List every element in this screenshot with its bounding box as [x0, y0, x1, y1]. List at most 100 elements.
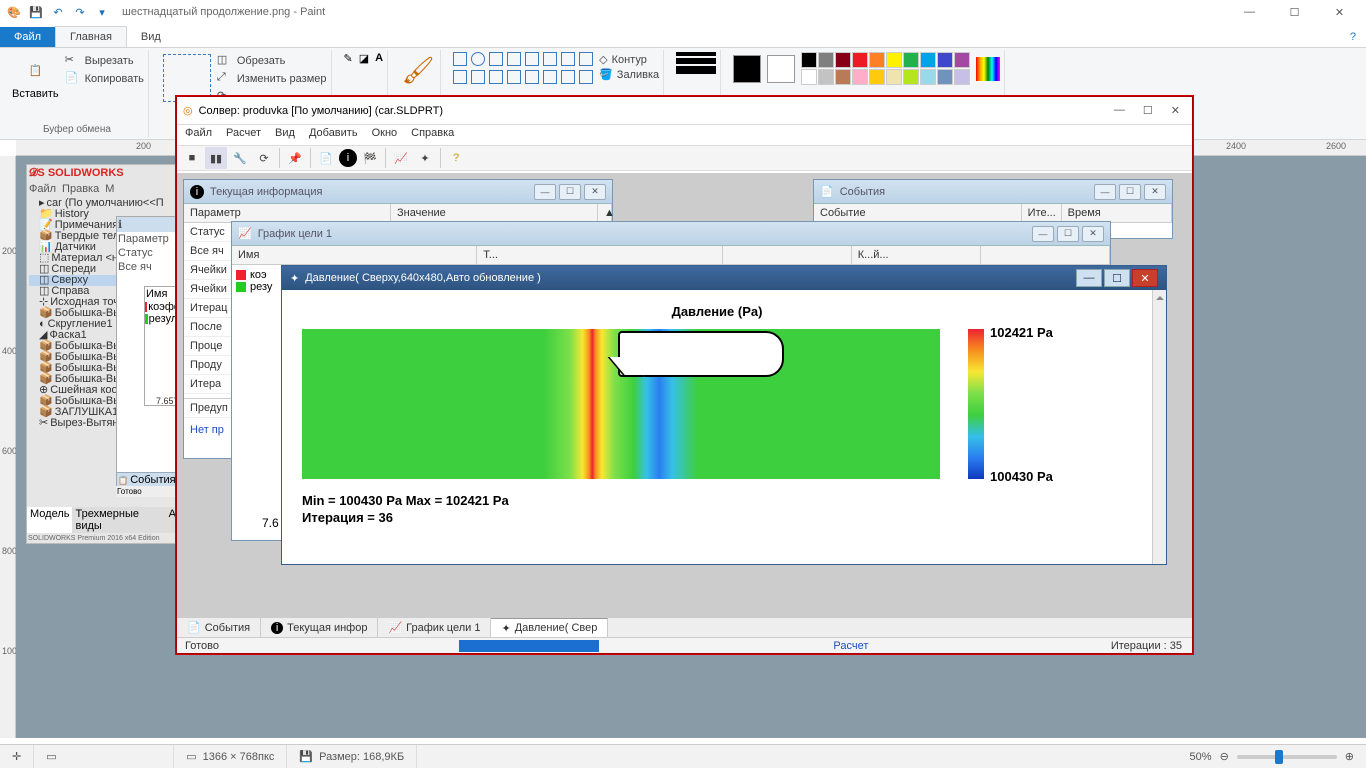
redo-icon[interactable]: ↷	[70, 2, 90, 22]
solver-bottom-tabs: 📄События iТекущая инфор 📈График цели 1 ✦…	[177, 617, 1192, 637]
group-clipboard-label: Буфер обмена	[43, 122, 111, 135]
palette-icon[interactable]: ✦	[414, 147, 436, 169]
pressure-min-button[interactable]: —	[1076, 269, 1102, 287]
btab-events[interactable]: 📄События	[177, 618, 261, 637]
menu-calc[interactable]: Расчет	[226, 127, 261, 143]
selection-cell: ▭	[34, 745, 174, 768]
fill-button[interactable]: 🪣Заливка	[599, 67, 659, 82]
paste-button[interactable]: 📋 Вставить	[10, 52, 61, 102]
log-icon: 📄	[820, 185, 834, 198]
dims-icon: ▭	[186, 750, 196, 763]
btab-goals[interactable]: 📈График цели 1	[378, 618, 491, 637]
copy-button[interactable]: 📄Копировать	[65, 70, 144, 88]
solver-minimize-button[interactable]: —	[1114, 104, 1125, 117]
pressure-close-button[interactable]: ✕	[1132, 269, 1158, 287]
pressure-body: Давление (Pa) 102421 Pa 100430 Pa Min = …	[282, 290, 1152, 564]
solver-status-bar: Готово Расчет Итерации : 35	[177, 637, 1192, 653]
tab-view[interactable]: Вид	[127, 27, 175, 47]
menu-add[interactable]: Добавить	[309, 127, 358, 143]
zoom-level: 50%	[1190, 751, 1212, 763]
ruler-vertical: 200 400 600 800 1000	[0, 156, 16, 738]
chart-icon[interactable]: 📈	[390, 147, 412, 169]
panel-max-icon[interactable]: ☐	[559, 184, 581, 200]
menu-window[interactable]: Окно	[372, 127, 398, 143]
colorbar-min-label: 100430 Pa	[990, 469, 1053, 484]
clipboard-icon: 📋	[19, 54, 51, 86]
info-icon[interactable]: i	[339, 149, 357, 167]
minimize-button[interactable]: —	[1227, 0, 1272, 24]
panel-min-icon[interactable]: —	[534, 184, 556, 200]
solver-title-text: Солвер: produvka [По умолчанию] (car.SLD…	[199, 105, 443, 117]
btab-pressure[interactable]: ✦Давление( Свер	[491, 618, 608, 637]
resize-button[interactable]: ⤢Изменить размер	[217, 70, 327, 88]
outline-button[interactable]: ◇Контур	[599, 52, 659, 67]
pressure-max-button[interactable]: ☐	[1104, 269, 1130, 287]
text-tool-icon[interactable]: A	[375, 52, 383, 64]
panel-goals-title: График цели 1	[258, 228, 332, 240]
brush-icon: 🖌	[402, 54, 434, 86]
help-tb-icon[interactable]: ?	[445, 147, 467, 169]
paint-app-icon: 🎨	[4, 2, 24, 22]
menu-help[interactable]: Справка	[411, 127, 454, 143]
refresh-icon[interactable]: ⟳	[253, 147, 275, 169]
disk-icon: 💾	[299, 750, 313, 763]
edit-colors-icon[interactable]	[976, 57, 1000, 81]
qat-dropdown-icon[interactable]: ▾	[92, 2, 112, 22]
pressure-scrollbar[interactable]	[1152, 290, 1166, 564]
pin-icon[interactable]: 📌	[284, 147, 306, 169]
pressure-icon: ✦	[290, 272, 299, 285]
zoom-slider[interactable]	[1237, 755, 1337, 759]
btab-info[interactable]: iТекущая инфор	[261, 618, 378, 637]
size-cell: 💾Размер: 168,9КБ	[287, 745, 417, 768]
crop-button[interactable]: ◫Обрезать	[217, 52, 327, 70]
goals-yval: 7.6	[262, 516, 279, 530]
cut-button[interactable]: ✂Вырезать	[65, 52, 144, 70]
solver-app-icon: ◎	[183, 104, 193, 117]
stop-icon[interactable]: ■	[181, 147, 203, 169]
pressure-title-bar[interactable]: ✦ Давление( Сверху,640x480,Авто обновлен…	[282, 266, 1166, 290]
pressure-icon: ✦	[501, 622, 510, 635]
menu-file[interactable]: Файл	[185, 127, 212, 143]
panel-pressure: ✦ Давление( Сверху,640x480,Авто обновлен…	[281, 265, 1167, 565]
bg-ready-label: Готово	[116, 486, 182, 497]
paint-title-bar: 🎨 💾 ↶ ↷ ▾ шестнадцатый продолжение.png -…	[0, 0, 1366, 24]
solver-window: ◎ Солвер: produvka [По умолчанию] (car.S…	[176, 96, 1193, 654]
pressure-plot-title: Давление (Pa)	[302, 300, 1132, 323]
solver-maximize-button[interactable]: ☐	[1143, 104, 1153, 117]
pencil-tool-icon[interactable]: ✎	[344, 52, 353, 65]
color-palette[interactable]	[801, 52, 970, 85]
undo-icon[interactable]: ↶	[48, 2, 68, 22]
color1-swatch[interactable]	[733, 55, 761, 83]
flag-icon[interactable]: 🏁	[359, 147, 381, 169]
wrench-icon[interactable]: 🔧	[229, 147, 251, 169]
paint-window-title: шестнадцатый продолжение.png - Paint	[122, 6, 325, 18]
maximize-button[interactable]: ☐	[1272, 0, 1317, 24]
zoom-out-button[interactable]: ⊖	[1220, 750, 1229, 763]
help-icon[interactable]: ?	[1340, 27, 1366, 47]
log-icon[interactable]: 📄	[315, 147, 337, 169]
color2-swatch[interactable]	[767, 55, 795, 83]
menu-view[interactable]: Вид	[275, 127, 295, 143]
stroke-width-icon[interactable]	[676, 52, 716, 56]
colorbar-max-label: 102421 Pa	[990, 325, 1053, 340]
status-iterations: Итерации : 35	[1101, 640, 1192, 652]
copy-icon: 📄	[65, 71, 81, 87]
save-icon[interactable]: 💾	[26, 2, 46, 22]
panel-close-icon[interactable]: ✕	[584, 184, 606, 200]
zoom-in-button[interactable]: ⊕	[1345, 750, 1354, 763]
close-button[interactable]: ✕	[1317, 0, 1362, 24]
chart-icon: 📈	[388, 621, 402, 634]
progress-bar	[459, 640, 599, 652]
shapes-gallery[interactable]	[453, 52, 595, 86]
brush-tool[interactable]: 🖌	[400, 52, 436, 88]
solver-close-button[interactable]: ✕	[1171, 104, 1180, 117]
pause-icon[interactable]: ▮▮	[205, 147, 227, 169]
chart-icon: 📈	[238, 227, 252, 240]
panel-events-title: События	[840, 186, 885, 198]
eraser-tool-icon[interactable]: ◪	[359, 52, 369, 65]
tab-file[interactable]: Файл	[0, 27, 55, 47]
log-icon: 📄	[187, 621, 201, 634]
solver-menu-bar: Файл Расчет Вид Добавить Окно Справка	[177, 125, 1192, 145]
tab-home[interactable]: Главная	[55, 26, 127, 47]
solver-title-bar[interactable]: ◎ Солвер: produvka [По умолчанию] (car.S…	[177, 97, 1192, 125]
